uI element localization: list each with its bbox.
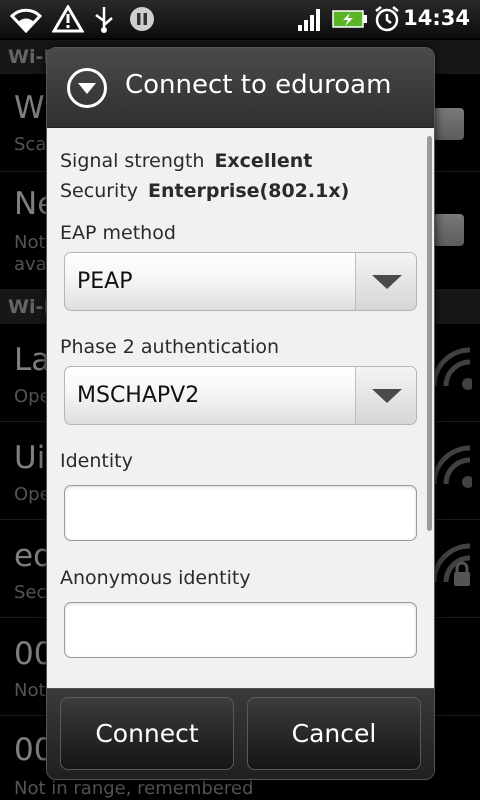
signal-strength-value: Excellent bbox=[214, 150, 313, 172]
anonymous-identity-label: Anonymous identity bbox=[60, 567, 251, 589]
anonymous-identity-input[interactable] bbox=[64, 602, 417, 658]
alarm-clock-icon bbox=[373, 5, 401, 37]
connect-button[interactable]: Connect bbox=[60, 697, 234, 770]
identity-input[interactable] bbox=[64, 485, 417, 541]
usb-icon bbox=[92, 5, 116, 37]
security-value: Enterprise(802.1x) bbox=[148, 180, 350, 202]
phase2-auth-select[interactable]: MSCHAPV2 bbox=[64, 366, 417, 425]
phase2-auth-value: MSCHAPV2 bbox=[77, 383, 200, 408]
signal-strength-row: Signal strength Excellent bbox=[60, 150, 312, 172]
wifi-signal-icon bbox=[8, 5, 44, 37]
dropdown-arrow-icon[interactable] bbox=[355, 367, 416, 424]
dropdown-arrow-icon[interactable] bbox=[355, 253, 416, 310]
expand-circle-icon bbox=[67, 68, 107, 108]
eap-method-label: EAP method bbox=[60, 222, 176, 244]
clock-time: 14:34 bbox=[403, 6, 470, 30]
cell-signal-icon bbox=[296, 5, 324, 37]
identity-label: Identity bbox=[60, 450, 133, 472]
cancel-button[interactable]: Cancel bbox=[247, 697, 421, 770]
dialog-title: Connect to eduroam bbox=[125, 70, 392, 100]
dialog-header: Connect to eduroam bbox=[47, 48, 434, 128]
warning-icon bbox=[51, 4, 85, 37]
status-bar: 14:34 bbox=[0, 0, 480, 38]
battery-charging-icon bbox=[332, 5, 368, 37]
signal-strength-label: Signal strength bbox=[60, 150, 205, 172]
phase2-auth-label: Phase 2 authentication bbox=[60, 336, 280, 358]
sync-paused-icon bbox=[127, 5, 157, 37]
scrollbar[interactable] bbox=[427, 136, 432, 531]
dialog-body[interactable]: Signal strength Excellent Security Enterpr… bbox=[47, 128, 434, 688]
eap-method-select[interactable]: PEAP bbox=[64, 252, 417, 311]
eap-method-value: PEAP bbox=[77, 269, 133, 294]
security-label: Security bbox=[60, 180, 139, 202]
connect-dialog: Connect to eduroam Signal strength Excell… bbox=[46, 47, 435, 780]
dialog-button-bar: Connect Cancel bbox=[47, 688, 434, 779]
security-row: Security Enterprise(802.1x) bbox=[60, 180, 349, 202]
